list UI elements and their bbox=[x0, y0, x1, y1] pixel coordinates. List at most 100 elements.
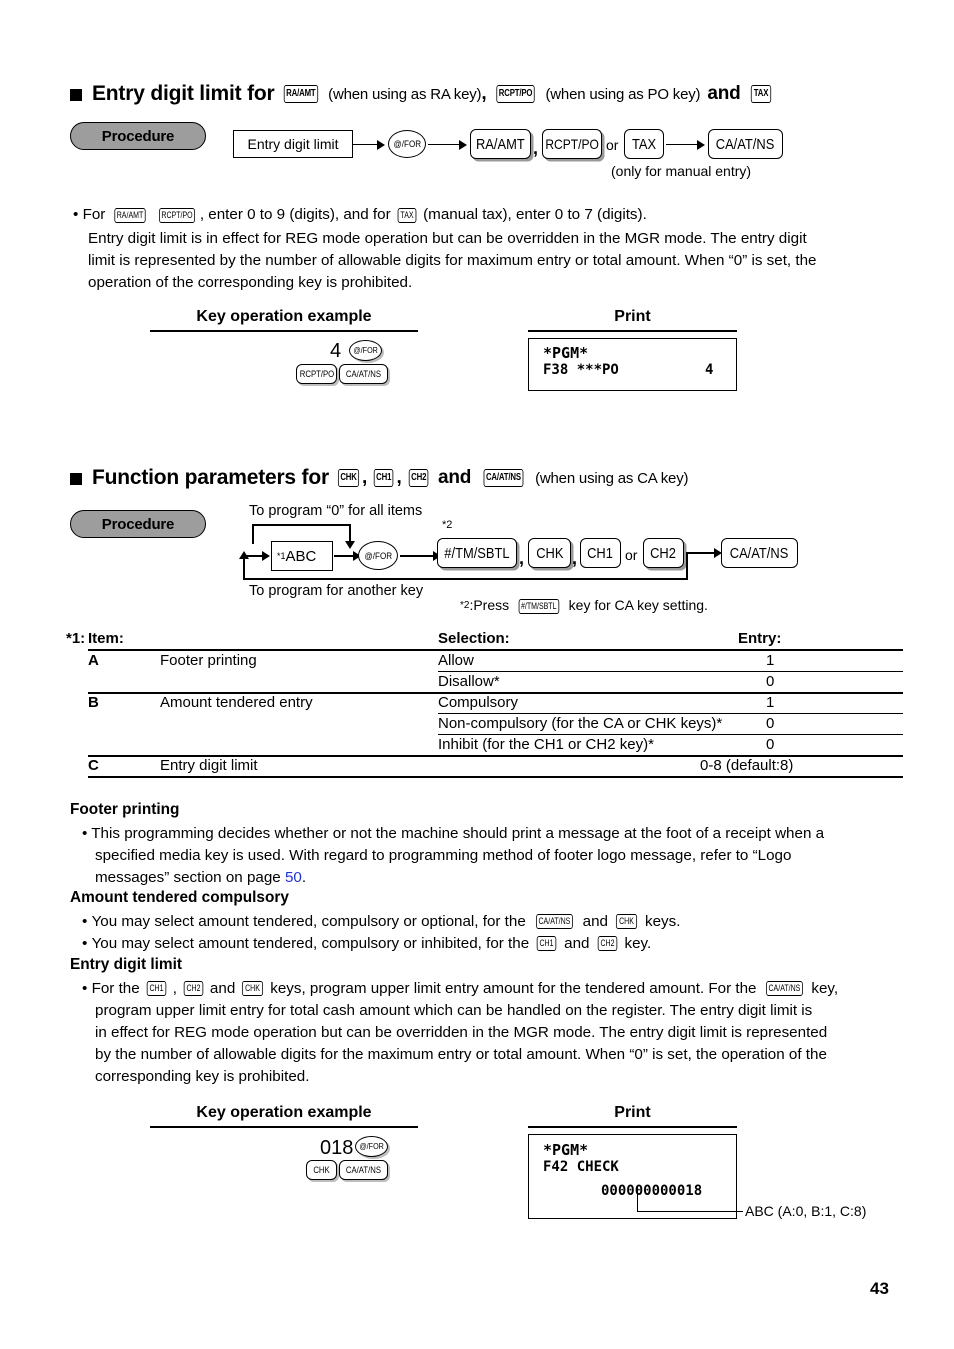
section2-example-rule bbox=[150, 1126, 418, 1128]
notes-p4-line3: in effect for REG mode operation but can… bbox=[95, 1024, 828, 1041]
key-tax-icon: TAX bbox=[748, 82, 774, 106]
flow-key-ch2: CH2 bbox=[643, 538, 684, 568]
key-rcpt-po-icon: RCPT/PO bbox=[491, 82, 540, 106]
flow-key-rcpt-po: RCPT/PO bbox=[542, 129, 602, 159]
procedure-pill-1: Procedure bbox=[70, 122, 206, 150]
bullet-icon: • bbox=[73, 206, 79, 223]
key-rcpt-po-inline-icon: RCPT/PO bbox=[154, 204, 200, 226]
flow-sep-comma-2a: , bbox=[519, 548, 525, 568]
flow-key-ch1: CH1 bbox=[580, 538, 621, 568]
section1-body-line4: operation of the corresponding key is pr… bbox=[88, 274, 413, 291]
table-row: Footer printing bbox=[160, 652, 257, 669]
key-ch1-inline-icon-1: CH1 bbox=[534, 933, 559, 955]
section2-heading-and: and bbox=[438, 467, 472, 488]
procedure-pill-2-label: Procedure bbox=[101, 515, 175, 533]
flow-label-program-zero: To program “0” for all items bbox=[249, 503, 423, 519]
manual-page: Entry digit limit for RA/AMT (when using… bbox=[0, 0, 954, 1349]
section1-example-key-at-for: @/FOR bbox=[349, 340, 382, 361]
flow-arrow-1a bbox=[353, 139, 386, 153]
flow-key-ca-at-ns-2: CA/AT/NS bbox=[721, 538, 798, 568]
procedure-pill-1-label: Procedure bbox=[101, 127, 175, 145]
table-row: A bbox=[88, 652, 99, 669]
print-callout-label: ABC (A:0, B:1, C:8) bbox=[745, 1203, 867, 1219]
section1-example-rule bbox=[150, 330, 418, 332]
table-star-note: *1: bbox=[66, 630, 86, 647]
section1-example-key-ca-at-ns: CA/AT/NS bbox=[339, 364, 388, 384]
flow-sep-comma-1: , bbox=[533, 138, 539, 158]
table-row: Non-compulsory (for the CA or CHK keys)* bbox=[438, 715, 723, 732]
table-row: B bbox=[88, 694, 99, 711]
section1-print-rule bbox=[528, 330, 737, 332]
flow-footnote-manual-entry: (only for manual entry) bbox=[611, 163, 752, 179]
section2-print-rule bbox=[528, 1126, 737, 1128]
key-tax-inline-icon: TAX bbox=[395, 204, 419, 226]
flow-or-1: or bbox=[606, 137, 619, 153]
notes-p4-line5: corresponding key is prohibited. bbox=[95, 1068, 310, 1085]
table-row: 0-8 (default:8) bbox=[700, 757, 794, 774]
table-row: 1 bbox=[766, 652, 775, 669]
bullet-square-icon-2 bbox=[70, 473, 82, 485]
section1-print-line1: *PGM* bbox=[543, 344, 589, 362]
flow-key-chk: CHK bbox=[528, 538, 571, 568]
section2-example-entry: 018 bbox=[320, 1137, 354, 1159]
key-ch1-inline-icon-2: CH1 bbox=[144, 978, 169, 1000]
page-50-link[interactable]: 50 bbox=[285, 869, 302, 886]
section1-print-line2-left: F38 ***PO bbox=[543, 362, 619, 378]
flow-key-ca-at-ns-1: CA/AT/NS bbox=[708, 129, 783, 159]
flow-key-tm-sbtl: #/TM/SBTL bbox=[437, 538, 517, 568]
notes-p4-line4: by the number of allowable digits for th… bbox=[95, 1046, 827, 1063]
table-row: Entry digit limit bbox=[160, 757, 258, 774]
table-row: Amount tendered entry bbox=[160, 694, 313, 711]
bullet-icon: • bbox=[82, 825, 88, 842]
table-row: Disallow* bbox=[438, 673, 500, 690]
flow-key-tax: TAX bbox=[624, 129, 664, 159]
section1-body-line2: Entry digit limit is in effect for REG m… bbox=[88, 230, 807, 247]
key-ra-amt-icon: RA/AMT bbox=[279, 82, 323, 106]
key-chk-inline-icon-1: CHK bbox=[613, 911, 640, 933]
flow-key-at-for-2: @/FOR bbox=[358, 541, 398, 570]
section1-body-line3: limit is represented by the number of al… bbox=[88, 252, 817, 269]
key-chk-inline-icon-2: CHK bbox=[239, 978, 266, 1000]
notes-p1-line3: messages” section on page 50. bbox=[95, 869, 307, 886]
notes-heading-entry-digit-limit: Entry digit limit bbox=[70, 956, 183, 973]
table-row: 0 bbox=[766, 715, 775, 732]
notes-p1-line2: specified media key is used. With regard… bbox=[95, 847, 792, 864]
table-row: C bbox=[88, 757, 99, 774]
section2-print-receipt: *PGM* F42 CHECK 000000000018 bbox=[528, 1134, 737, 1219]
section2-print-line3: 000000000018 bbox=[601, 1183, 703, 1199]
section2-print-caption: Print bbox=[614, 1104, 651, 1121]
bullet-icon: • bbox=[82, 935, 88, 952]
section1-heading-comma: , bbox=[481, 83, 487, 104]
table-row: 0 bbox=[766, 736, 775, 753]
flow-label-program-another: To program for another key bbox=[249, 583, 424, 599]
section2-example-key-at-for: @/FOR bbox=[355, 1136, 388, 1157]
key-ra-amt-inline-icon: RA/AMT bbox=[110, 204, 150, 226]
flow-arrow-1b bbox=[428, 139, 468, 153]
table-row: Compulsory bbox=[438, 694, 519, 711]
section1-heading-title: Entry digit limit for bbox=[92, 82, 275, 105]
flow-sep-comma-2b: , bbox=[572, 548, 578, 568]
section1-heading-and: and bbox=[707, 83, 741, 104]
section1-heading-note1: (when using as RA key) bbox=[328, 85, 482, 103]
section1-print-caption: Print bbox=[614, 308, 651, 325]
table-row: 0 bbox=[766, 673, 775, 690]
key-ch2-inline-icon-2: CH2 bbox=[181, 978, 206, 1000]
flow-box-abc: *1 ABC bbox=[271, 541, 333, 571]
flow-or-2: or bbox=[625, 547, 638, 563]
notes-p1-line1: • This programming decides whether or no… bbox=[82, 825, 825, 842]
section2-example-caption: Key operation example bbox=[196, 1104, 372, 1121]
flow-star2-mark: *2 bbox=[442, 519, 453, 531]
section2-example-key-chk: CHK bbox=[306, 1160, 337, 1180]
key-tm-sbtl-inline-icon: #/TM/SBTL bbox=[513, 597, 565, 614]
flow-arrow-1c bbox=[666, 139, 706, 153]
notes-heading-footer-printing: Footer printing bbox=[70, 801, 180, 818]
notes-p4-line1: • For the CH1 , CH2 and CHK keys, progra… bbox=[82, 978, 838, 1000]
key-ca-at-ns-inline-icon-2: CA/AT/NS bbox=[761, 978, 808, 1000]
section1-example-entry: 4 bbox=[330, 340, 342, 362]
section1-heading-note2: (when using as PO key) bbox=[545, 85, 701, 103]
section1-example-key-rcpt-po: RCPT/PO bbox=[296, 364, 337, 384]
bullet-icon: • bbox=[82, 913, 88, 930]
section1-print-line2-right: 4 bbox=[705, 362, 714, 378]
page-number: 43 bbox=[870, 1279, 889, 1298]
table-header-entry: Entry: bbox=[738, 630, 782, 647]
